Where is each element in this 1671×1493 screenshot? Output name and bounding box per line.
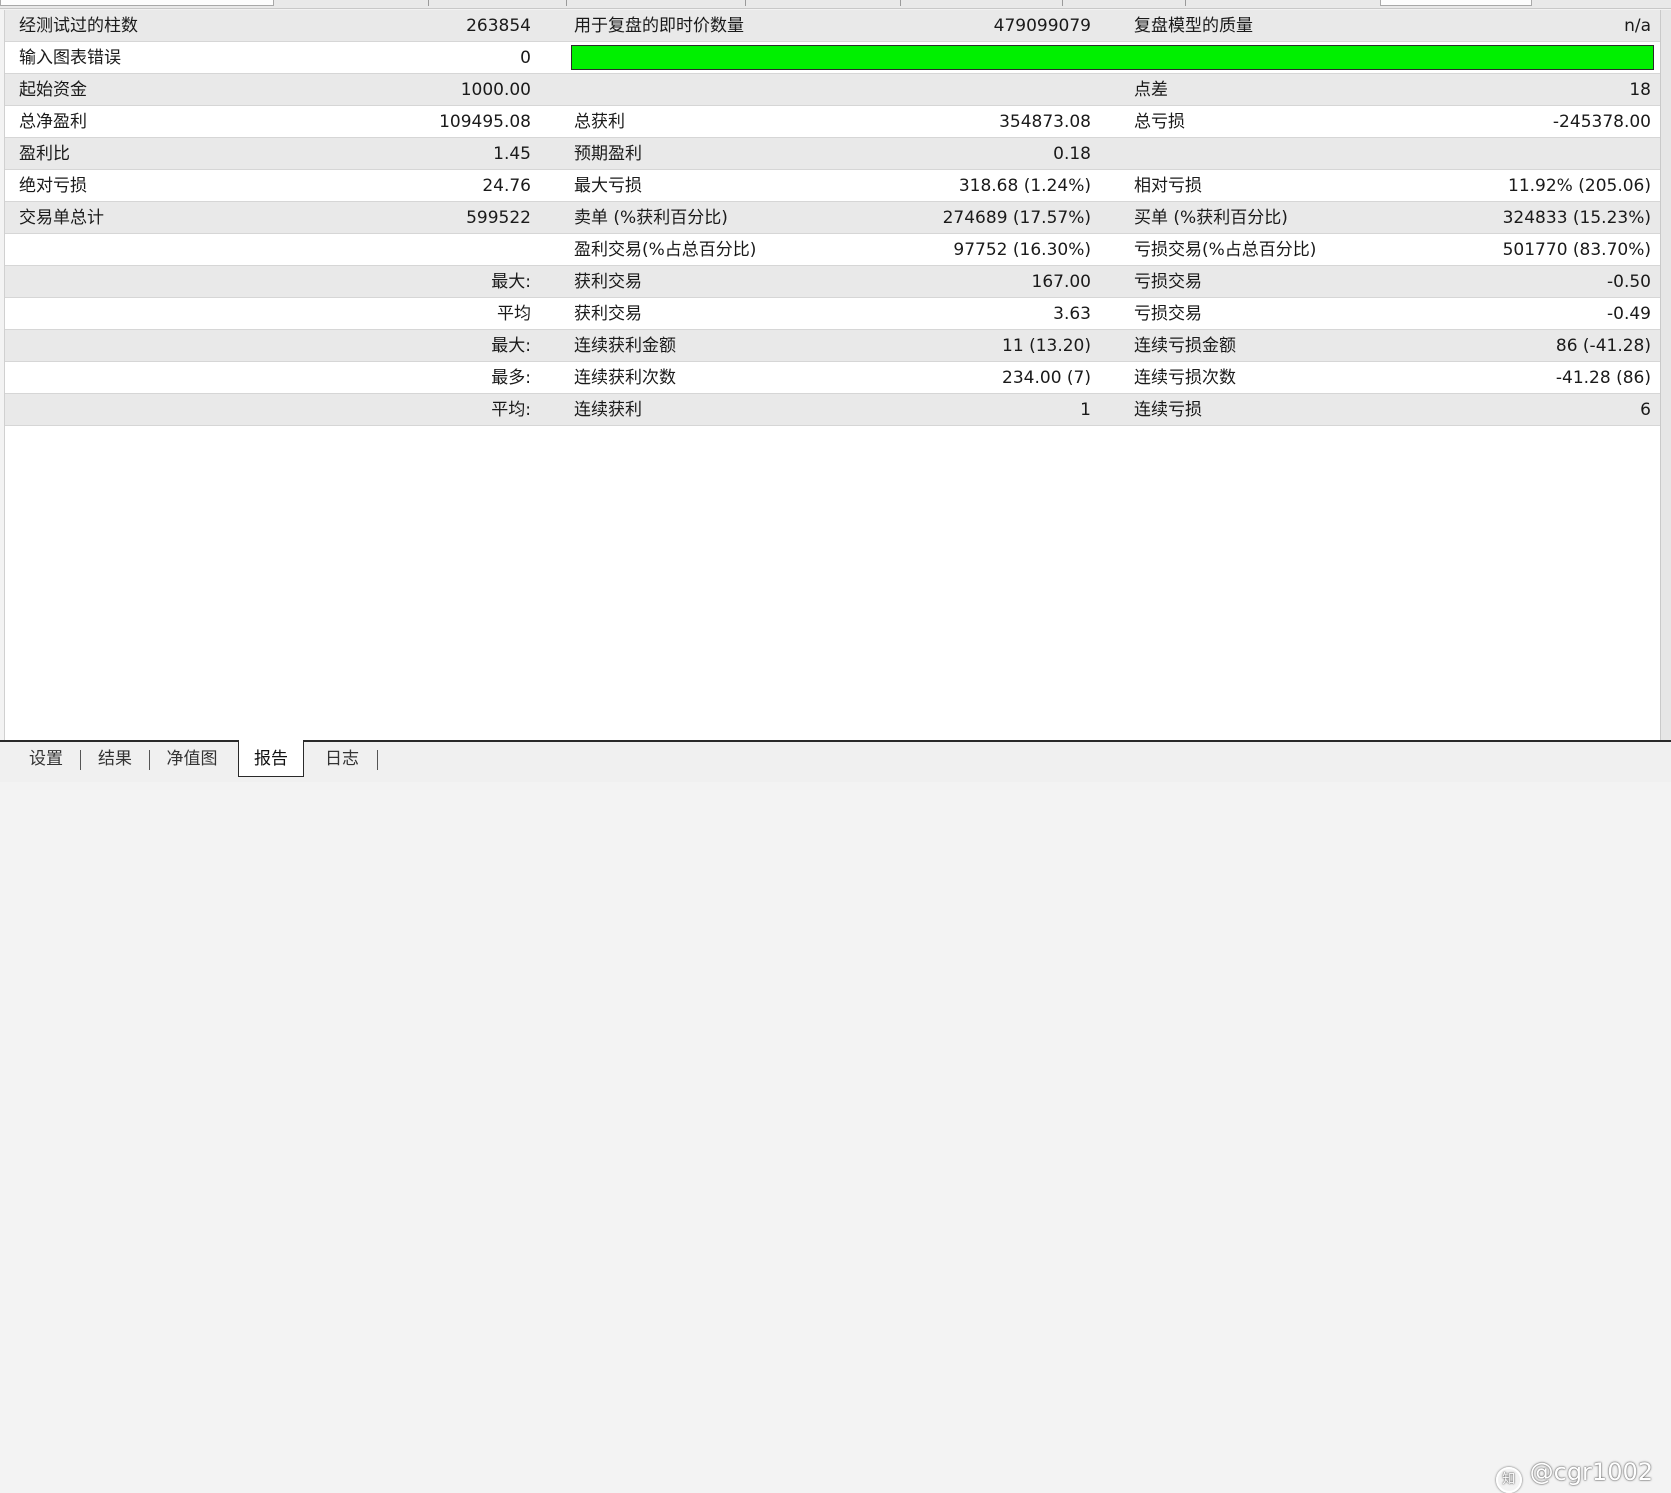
label-average-consecutive: 平均: [491,400,531,420]
label-profit-trades: 盈利交易(%占总百分比) [574,240,757,260]
value-ticks-modelled: 479099079 [993,16,1091,36]
label-short-positions: 卖单 (%获利百分比) [574,208,728,228]
value-largest-profit-trade: 167.00 [1031,272,1091,292]
value-largest-loss-trade: -0.50 [1607,272,1651,292]
toolbar-divider [1185,0,1186,6]
value-total-trades: 599522 [466,208,531,228]
value-maximal-drawdown: 318.68 (1.24%) [958,176,1091,196]
value-initial-deposit: 1000.00 [460,80,531,100]
value-maximal-consecutive-profit: 234.00 (7) [1002,368,1091,388]
report-row: 盈利比 1.45 预期盈利 0.18 [5,138,1660,170]
label-maximal: 最多: [491,368,531,388]
vertical-scrollbar[interactable] [1660,10,1671,740]
report-panel: 经测试过的柱数 263854 用于复盘的即时价数量 479099079 复盘模型… [4,10,1661,740]
label-mismatched-chart-errors: 输入图表错误 [19,48,121,68]
label-average-profit-trade: 获利交易 [574,304,642,324]
value-expected-payoff: 0.18 [1053,144,1091,164]
value-gross-profit: 354873.08 [999,112,1091,132]
label-largest: 最大: [491,272,531,292]
report-row: 最大: 连续获利金额 11 (13.20) 连续亏损金额 86 (-41.28) [5,330,1660,362]
label-average: 平均 [497,304,531,324]
toolbar-divider [1062,0,1063,6]
label-maximum: 最大: [491,336,531,356]
toolbar-strip [0,0,1671,9]
tab-settings[interactable]: 设置 [16,744,76,774]
watermark: 知 @cgr1002 [1495,1458,1653,1493]
value-modelling-quality: n/a [1624,16,1651,36]
toolbar-divider [745,0,746,6]
value-profit-trades: 97752 (16.30%) [953,240,1091,260]
value-bars-tested: 263854 [466,16,531,36]
report-row: 总净盈利 109495.08 总获利 354873.08 总亏损 -245378… [5,106,1660,138]
tab-results[interactable]: 结果 [84,744,146,774]
report-row: 绝对亏损 24.76 最大亏损 318.68 (1.24%) 相对亏损 11.9… [5,170,1660,202]
toolbar-field-fragment[interactable] [1380,0,1532,6]
value-max-consecutive-wins: 11 (13.20) [1002,336,1091,356]
value-absolute-drawdown: 24.76 [482,176,531,196]
label-absolute-drawdown: 绝对亏损 [19,176,87,196]
toolbar-divider [566,0,567,6]
label-profit-factor: 盈利比 [19,144,70,164]
label-initial-deposit: 起始资金 [19,80,87,100]
value-relative-drawdown: 11.92% (205.06) [1508,176,1651,196]
value-max-consecutive-losses: 86 (-41.28) [1555,336,1651,356]
label-gross-profit: 总获利 [574,112,625,132]
toolbar-divider [900,0,901,6]
tab-separator [80,750,81,770]
label-ticks-modelled: 用于复盘的即时价数量 [574,16,744,36]
tester-tab-bar: 设置 结果 净值图 报告 日志 知 @cgr1002 [0,740,1671,1493]
value-average-consecutive-losses: 6 [1640,400,1651,420]
report-row: 最大: 获利交易 167.00 亏损交易 -0.50 [5,266,1660,298]
report-row: 盈利交易(%占总百分比) 97752 (16.30%) 亏损交易(%占总百分比)… [5,234,1660,266]
value-short-positions: 274689 (17.57%) [942,208,1091,228]
tab-separator [149,750,150,770]
watermark-logo-icon: 知 [1495,1467,1522,1493]
label-total-trades: 交易单总计 [19,208,104,228]
value-spread: 18 [1629,80,1651,100]
watermark-text: @cgr1002 [1529,1458,1653,1486]
value-total-net-profit: 109495.08 [439,112,531,132]
value-average-loss-trade: -0.49 [1607,304,1651,324]
tab-separator [377,750,378,770]
value-average-consecutive-wins: 1 [1080,400,1091,420]
value-loss-trades: 501770 (83.70%) [1502,240,1651,260]
tab-journal[interactable]: 日志 [310,744,374,774]
report-row: 平均: 连续获利 1 连续亏损 6 [5,394,1660,426]
report-row: 平均 获利交易 3.63 亏损交易 -0.49 [5,298,1660,330]
label-maximal-consecutive-profit: 连续获利次数 [574,368,676,388]
label-average-consecutive-wins: 连续获利 [574,400,642,420]
modelling-quality-bar [571,45,1654,70]
report-row: 输入图表错误 0 [5,42,1660,74]
tab-report[interactable]: 报告 [238,740,304,777]
label-largest-profit-trade: 获利交易 [574,272,642,292]
value-gross-loss: -245378.00 [1552,112,1651,132]
tab-graph[interactable]: 净值图 [154,744,230,774]
label-max-consecutive-wins: 连续获利金额 [574,336,676,356]
report-row: 起始资金 1000.00 点差 18 [5,74,1660,106]
label-maximal-drawdown: 最大亏损 [574,176,642,196]
toolbar-divider [428,0,429,6]
label-total-net-profit: 总净盈利 [19,112,87,132]
value-maximal-consecutive-loss: -41.28 (86) [1555,368,1651,388]
label-bars-tested: 经测试过的柱数 [19,16,138,36]
value-mismatched-chart-errors: 0 [520,48,531,68]
report-row: 经测试过的柱数 263854 用于复盘的即时价数量 479099079 复盘模型… [5,10,1660,42]
value-profit-factor: 1.45 [493,144,531,164]
toolbar-field-fragment[interactable] [0,0,274,6]
report-row: 最多: 连续获利次数 234.00 (7) 连续亏损次数 -41.28 (86) [5,362,1660,394]
value-long-positions: 324833 (15.23%) [1502,208,1651,228]
report-row: 交易单总计 599522 卖单 (%获利百分比) 274689 (17.57%)… [5,202,1660,234]
label-expected-payoff: 预期盈利 [574,144,642,164]
value-average-profit-trade: 3.63 [1053,304,1091,324]
